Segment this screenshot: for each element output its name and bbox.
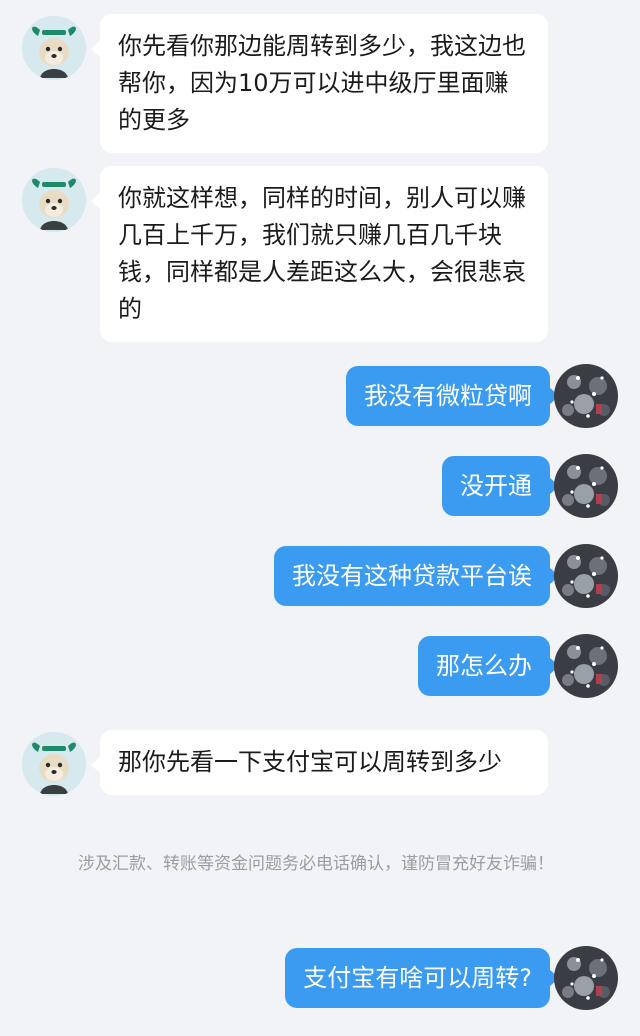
dog-avatar-icon: [22, 168, 86, 232]
dog-avatar-icon: [22, 16, 86, 80]
security-notice: 涉及汇款、转账等资金问题务必电话确认，谨防冒充好友诈骗！: [78, 854, 554, 874]
self-photo-avatar-icon: [554, 454, 618, 518]
message-bubble-incoming[interactable]: 你先看你那边能周转到多少，我这边也帮你，因为10万可以进中级厅里面赚的更多: [100, 14, 548, 153]
message-bubble-outgoing[interactable]: 我没有微粒贷啊: [346, 366, 550, 426]
dog-avatar-icon: [22, 732, 86, 796]
message-bubble-incoming[interactable]: 你就这样想，同样的时间，别人可以赚几百上千万，我们就只赚几百几千块钱，同样都是人…: [100, 166, 548, 342]
self-photo-avatar-icon: [554, 364, 618, 428]
self-avatar[interactable]: [554, 364, 618, 428]
message-bubble-outgoing[interactable]: 支付宝有啥可以周转?: [285, 948, 550, 1008]
chat-window: 你先看你那边能周转到多少，我这边也帮你，因为10万可以进中级厅里面赚的更多 你就…: [0, 0, 640, 1036]
self-avatar[interactable]: [554, 544, 618, 608]
self-photo-avatar-icon: [554, 946, 618, 1010]
self-photo-avatar-icon: [554, 634, 618, 698]
contact-avatar[interactable]: [22, 16, 86, 80]
message-bubble-outgoing[interactable]: 没开通: [442, 456, 550, 516]
contact-avatar[interactable]: [22, 732, 86, 796]
message-bubble-outgoing[interactable]: 我没有这种贷款平台诶: [274, 546, 550, 606]
message-bubble-outgoing[interactable]: 那怎么办: [418, 636, 550, 696]
contact-avatar[interactable]: [22, 168, 86, 232]
self-photo-avatar-icon: [554, 544, 618, 608]
self-avatar[interactable]: [554, 454, 618, 518]
self-avatar[interactable]: [554, 634, 618, 698]
self-avatar[interactable]: [554, 946, 618, 1010]
message-bubble-incoming[interactable]: 那你先看一下支付宝可以周转到多少: [100, 730, 548, 795]
